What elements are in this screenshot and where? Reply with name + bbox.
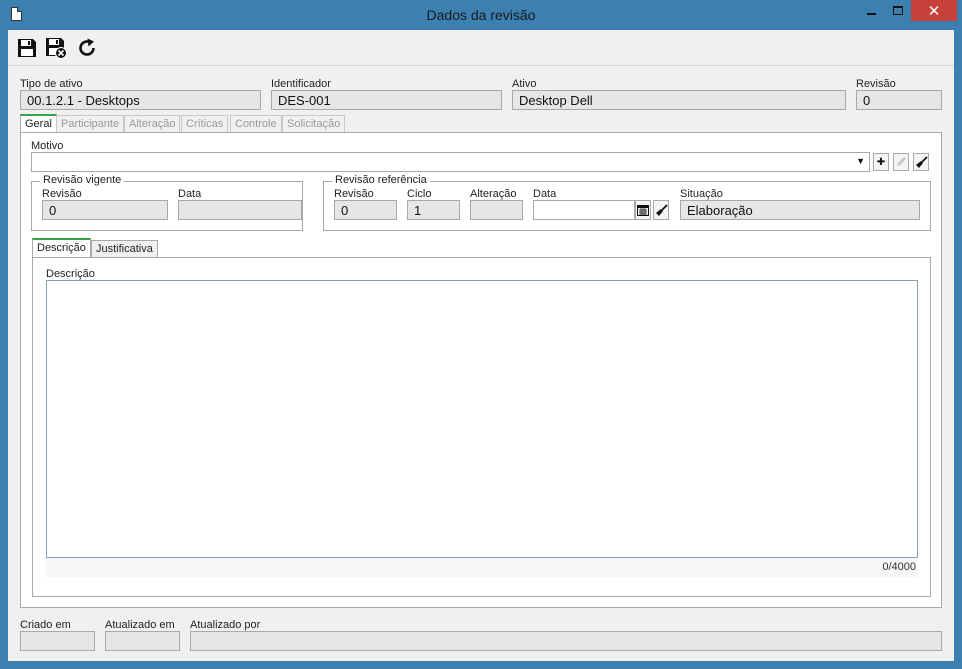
- tab-geral[interactable]: Geral: [20, 114, 57, 133]
- tab-solicitacao[interactable]: Solicitação: [282, 115, 346, 133]
- maximize-icon: [893, 6, 903, 15]
- ref-situacao-label: Situação: [680, 188, 723, 200]
- refresh-icon: [79, 38, 95, 56]
- toolbar: [8, 30, 954, 66]
- vigente-data-field[interactable]: [178, 200, 302, 220]
- motivo-label: Motivo: [31, 140, 64, 152]
- dialog-body: Tipo de ativo 00.1.2.1 - Desktops Identi…: [8, 30, 954, 661]
- ativo-field[interactable]: Desktop Dell: [512, 90, 846, 110]
- ref-revisao-field[interactable]: 0: [334, 200, 397, 220]
- clear-motivo-button[interactable]: [913, 153, 929, 171]
- save-and-close-button[interactable]: [45, 37, 67, 59]
- char-counter-bar: 0/4000: [46, 557, 918, 577]
- ref-alteracao-label: Alteração: [470, 188, 517, 200]
- save-icon: [18, 39, 36, 57]
- clear-data-button[interactable]: [653, 200, 669, 220]
- identificador-label: Identificador: [271, 78, 331, 90]
- tab-alteracao[interactable]: Alteração: [124, 115, 181, 133]
- ref-revisao-label: Revisão: [334, 188, 374, 200]
- tab-criticas[interactable]: Críticas: [181, 115, 229, 133]
- descricao-panel: Descrição 0/4000: [32, 257, 931, 597]
- revisao-label: Revisão: [856, 78, 896, 90]
- broom-icon: [915, 155, 928, 168]
- add-motivo-button[interactable]: ✚: [873, 153, 889, 171]
- tab-participante[interactable]: Participante: [56, 115, 125, 133]
- title-bar[interactable]: Dados da revisão ✕: [0, 0, 962, 30]
- window: Dados da revisão ✕ Tipo de ativo 00.1.2.…: [0, 0, 962, 669]
- revisao-vigente-title: Revisão vigente: [40, 174, 125, 186]
- revisao-field[interactable]: 0: [856, 90, 942, 110]
- criado-em-label: Criado em: [20, 619, 71, 631]
- plus-icon: ✚: [876, 156, 886, 168]
- vigente-revisao-field[interactable]: 0: [42, 200, 168, 220]
- revisao-referencia-title: Revisão referência: [332, 174, 430, 186]
- descricao-textarea[interactable]: [46, 280, 918, 577]
- save-and-close-icon: [46, 38, 67, 59]
- atualizado-em-label: Atualizado em: [105, 619, 175, 631]
- vigente-data-label: Data: [178, 188, 202, 200]
- refresh-button[interactable]: [76, 37, 98, 59]
- subtab-justificativa[interactable]: Justificativa: [91, 240, 158, 258]
- geral-panel: Motivo ▼ ✚ Revisão vigente Revisão 0 Dat…: [20, 132, 942, 608]
- revisao-vigente-group: Revisão vigente Revisão 0 Data: [31, 174, 303, 231]
- identificador-field[interactable]: DES-001: [271, 90, 502, 110]
- ref-data-input[interactable]: [533, 200, 635, 220]
- ref-data-label: Data: [533, 188, 557, 200]
- atualizado-em-field[interactable]: [105, 631, 180, 651]
- calendar-icon: [637, 205, 649, 216]
- maximize-button[interactable]: [885, 0, 911, 21]
- ativo-label: Ativo: [512, 78, 537, 90]
- atualizado-por-field[interactable]: [190, 631, 942, 651]
- tipo-de-ativo-field[interactable]: 00.1.2.1 - Desktops: [20, 90, 261, 110]
- window-title: Dados da revisão: [426, 7, 536, 23]
- ref-ciclo-label: Ciclo: [407, 188, 432, 200]
- minimize-button[interactable]: [857, 0, 885, 21]
- revisao-referencia-group: Revisão referência Revisão 0 Ciclo 1 Alt…: [323, 174, 931, 231]
- criado-em-field[interactable]: [20, 631, 95, 651]
- save-button[interactable]: [16, 37, 38, 59]
- subtab-descricao[interactable]: Descrição: [32, 238, 91, 257]
- broom-icon: [655, 203, 668, 216]
- ref-ciclo-field[interactable]: 1: [407, 200, 460, 220]
- chevron-down-icon: ▼: [856, 156, 865, 166]
- calendar-button[interactable]: [635, 200, 651, 220]
- edit-motivo-button[interactable]: [893, 153, 909, 171]
- atualizado-por-label: Atualizado por: [190, 619, 261, 631]
- close-button[interactable]: ✕: [911, 0, 957, 21]
- char-counter: 0/4000: [882, 561, 916, 573]
- main-tabs: Geral Participante Alteração Críticas Co…: [20, 114, 420, 133]
- ref-situacao-field[interactable]: Elaboração: [680, 200, 920, 220]
- vigente-revisao-label: Revisão: [42, 188, 82, 200]
- ref-alteracao-field[interactable]: [470, 200, 523, 220]
- close-icon: ✕: [927, 1, 941, 20]
- minimize-icon: [866, 12, 876, 15]
- tab-controle[interactable]: Controle: [230, 115, 282, 133]
- pencil-icon: [897, 157, 906, 166]
- descricao-label: Descrição: [46, 268, 95, 280]
- motivo-select[interactable]: ▼: [31, 152, 870, 172]
- tipo-de-ativo-label: Tipo de ativo: [20, 78, 83, 90]
